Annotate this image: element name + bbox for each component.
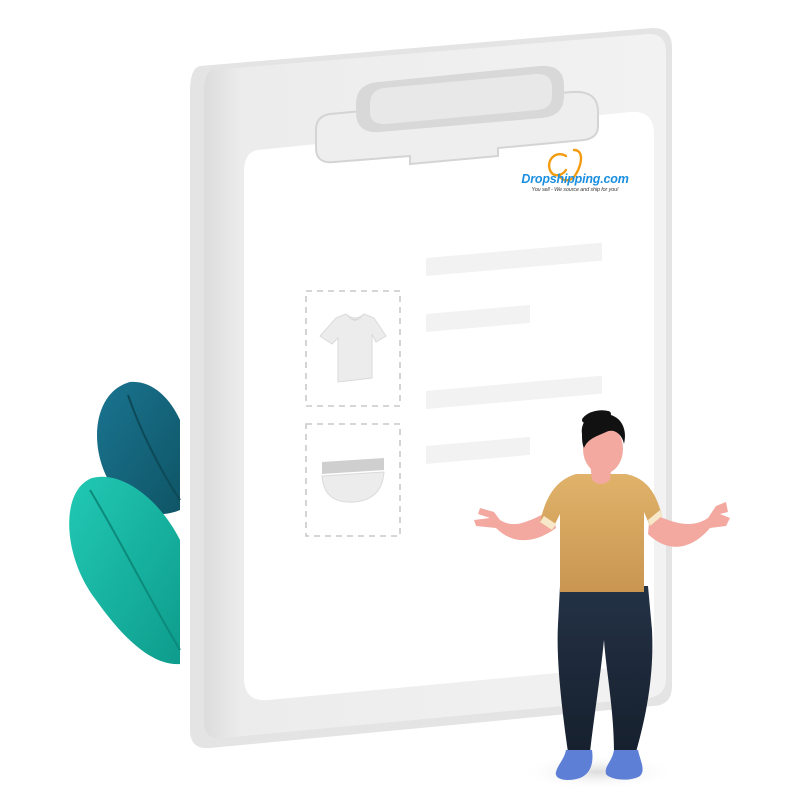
illustration-canvas: Dropshipping.com You sell - We source an… [0,0,800,800]
brand-block: Dropshipping.com You sell - We source an… [520,140,630,193]
brand-tagline: You sell - We source and ship for you! [531,187,619,193]
clipboard-scene [69,27,730,790]
brand-name: Dropshipping.com [521,172,629,186]
